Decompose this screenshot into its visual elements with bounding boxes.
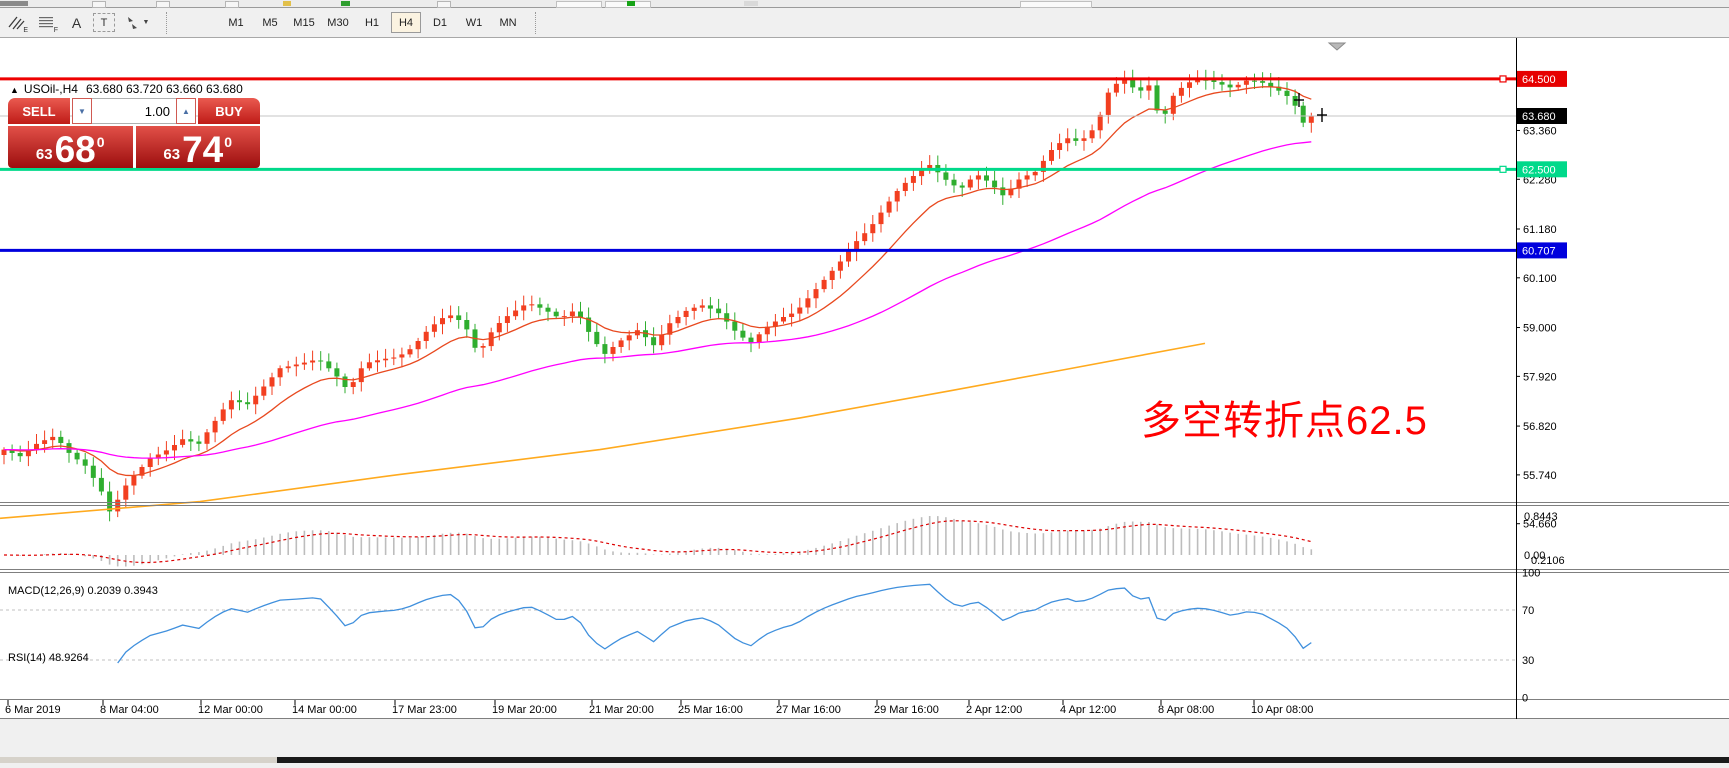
svg-text:12 Mar 00:00: 12 Mar 00:00 xyxy=(198,704,263,716)
svg-text:57.920: 57.920 xyxy=(1523,371,1557,383)
svg-text:100: 100 xyxy=(1522,568,1540,580)
tool-badge: E xyxy=(23,27,28,34)
timeframe-m15[interactable]: M15 xyxy=(289,12,319,33)
svg-text:4 Apr 12:00: 4 Apr 12:00 xyxy=(1060,704,1116,716)
buy-button[interactable]: BUY xyxy=(198,98,260,124)
bottom-taskbar-strip xyxy=(0,757,1729,763)
toolbar-fragment xyxy=(156,1,170,8)
svg-text:8 Mar 04:00: 8 Mar 04:00 xyxy=(100,704,159,716)
text-label-icon[interactable]: A xyxy=(63,11,90,34)
toolbar-fragment xyxy=(92,1,106,8)
timeframe-d1[interactable]: D1 xyxy=(425,12,455,33)
chart-text-annotation[interactable]: 多空转折点62.5 xyxy=(1141,388,1428,446)
equidistant-channel-icon[interactable]: E xyxy=(3,11,30,34)
toolbar-fragment xyxy=(556,1,602,8)
bid-prefix: 63 xyxy=(36,146,53,163)
toolbar-fragment xyxy=(1020,1,1092,8)
symbol-period-label: USOil-,H4 xyxy=(24,82,78,96)
ask-prefix: 63 xyxy=(163,146,180,163)
svg-text:2 Apr 12:00: 2 Apr 12:00 xyxy=(966,704,1022,716)
timeframe-h4[interactable]: H4 xyxy=(391,12,421,33)
svg-text:8 Apr 08:00: 8 Apr 08:00 xyxy=(1158,704,1214,716)
chart-window: 63.36062.28061.18060.10059.00057.92056.8… xyxy=(0,38,1729,763)
bid-price-panel[interactable]: 63 68 0 xyxy=(8,126,133,168)
one-click-trade-panel: SELL ▼ ▲ BUY 63 68 0 63 74 0 xyxy=(8,98,260,168)
sell-button[interactable]: SELL xyxy=(8,98,70,124)
svg-text:19 Mar 20:00: 19 Mar 20:00 xyxy=(492,704,557,716)
toolbar-fragment xyxy=(744,1,758,6)
fibonacci-grid-icon[interactable]: F xyxy=(33,11,60,34)
toolbar-fragment xyxy=(341,1,350,6)
toolbar-fragment xyxy=(225,1,239,8)
volume-decrease-icon[interactable]: ▼ xyxy=(72,98,92,124)
volume-stepper: ▼ ▲ xyxy=(72,98,196,124)
svg-text:61.180: 61.180 xyxy=(1523,224,1557,236)
bid-big-digits: 68 xyxy=(55,133,96,167)
timeframe-w1[interactable]: W1 xyxy=(459,12,489,33)
timeframe-m30[interactable]: M30 xyxy=(323,12,353,33)
svg-text:10 Apr 08:00: 10 Apr 08:00 xyxy=(1251,704,1313,716)
ask-big-digits: 74 xyxy=(182,133,223,167)
bid-sup-digit: 0 xyxy=(97,134,105,150)
toolbar-fragment xyxy=(627,1,635,6)
svg-text:0.2106: 0.2106 xyxy=(1531,555,1565,567)
svg-text:59.000: 59.000 xyxy=(1523,323,1557,335)
rsi-indicator-label: RSI(14) 48.9264 xyxy=(8,652,89,664)
chart-title: ▲ USOil-,H4 63.680 63.720 63.660 63.680 xyxy=(10,82,243,96)
svg-text:63.360: 63.360 xyxy=(1523,126,1557,138)
svg-text:60.707: 60.707 xyxy=(1522,245,1556,257)
ohlc-values: 63.680 63.720 63.660 63.680 xyxy=(86,82,243,96)
svg-text:70: 70 xyxy=(1522,605,1534,617)
toolbar-fragment xyxy=(437,1,451,8)
svg-text:30: 30 xyxy=(1522,655,1534,667)
timeframe-mn[interactable]: MN xyxy=(493,12,523,33)
bottom-scrollbar-stub xyxy=(0,757,277,763)
timeframe-h1[interactable]: H1 xyxy=(357,12,387,33)
tool-badge: F xyxy=(54,27,58,34)
svg-text:63.680: 63.680 xyxy=(1522,111,1556,123)
svg-text:17 Mar 23:00: 17 Mar 23:00 xyxy=(392,704,457,716)
text-box-icon[interactable]: T xyxy=(93,13,115,32)
toolbar-separator xyxy=(535,12,540,34)
svg-text:56.820: 56.820 xyxy=(1523,421,1557,433)
toolbar-fragment xyxy=(283,1,291,6)
svg-text:62.500: 62.500 xyxy=(1522,164,1556,176)
svg-text:14 Mar 00:00: 14 Mar 00:00 xyxy=(292,704,357,716)
timeframe-m5[interactable]: M5 xyxy=(255,12,285,33)
cropped-toolbar-strip xyxy=(0,0,1729,8)
macd-indicator-label: MACD(12,26,9) 0.2039 0.3943 xyxy=(8,585,158,597)
ask-sup-digit: 0 xyxy=(224,134,232,150)
chevron-down-icon: ▼ xyxy=(143,19,150,26)
arrows-tool-icon[interactable]: ▼ xyxy=(118,11,156,34)
svg-text:55.740: 55.740 xyxy=(1523,470,1557,482)
svg-text:6 Mar 2019: 6 Mar 2019 xyxy=(5,704,61,716)
toolbar-fragment xyxy=(0,1,28,6)
svg-text:0.8443: 0.8443 xyxy=(1524,511,1558,523)
svg-text:27 Mar 16:00: 27 Mar 16:00 xyxy=(776,704,841,716)
volume-input[interactable] xyxy=(92,98,176,124)
drawing-toolbar: E F A T ▼ M1 M5 M15 M30 H1 H4 D1 W1 MN xyxy=(0,8,1729,38)
svg-text:25 Mar 16:00: 25 Mar 16:00 xyxy=(678,704,743,716)
timeframe-group: M1 M5 M15 M30 H1 H4 D1 W1 MN xyxy=(219,12,525,33)
svg-text:29 Mar 16:00: 29 Mar 16:00 xyxy=(874,704,939,716)
svg-text:64.500: 64.500 xyxy=(1522,74,1556,86)
svg-text:21 Mar 20:00: 21 Mar 20:00 xyxy=(589,704,654,716)
ask-price-panel[interactable]: 63 74 0 xyxy=(136,126,261,168)
svg-text:60.100: 60.100 xyxy=(1523,273,1557,285)
svg-text:0: 0 xyxy=(1522,693,1528,705)
collapse-arrow-icon[interactable]: ▲ xyxy=(10,85,19,95)
volume-increase-icon[interactable]: ▲ xyxy=(176,98,196,124)
toolbar-separator xyxy=(166,12,171,34)
timeframe-m1[interactable]: M1 xyxy=(221,12,251,33)
